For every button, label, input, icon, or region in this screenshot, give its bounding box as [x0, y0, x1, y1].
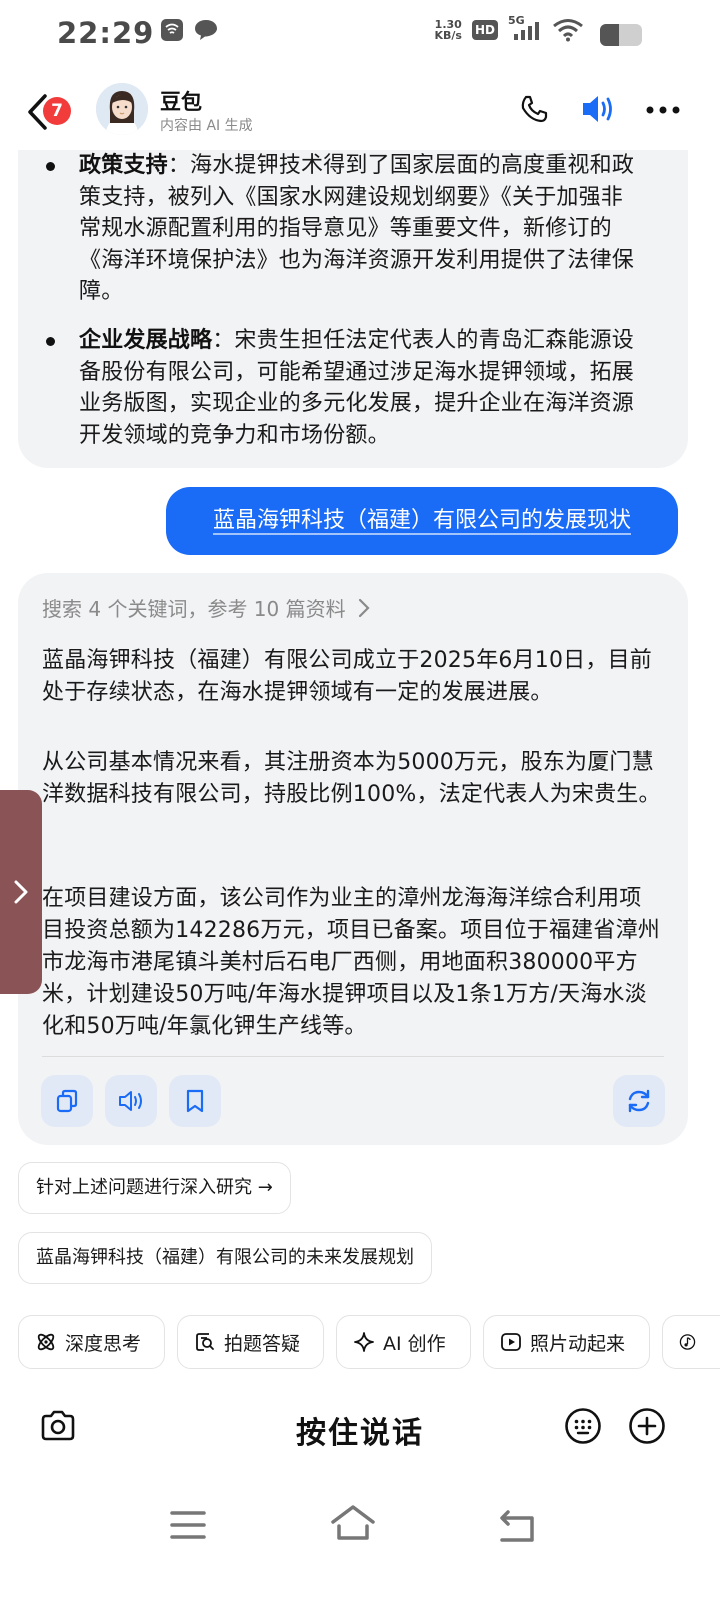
read-aloud-button[interactable] [105, 1075, 157, 1127]
recent-apps-button[interactable] [170, 1510, 206, 1540]
answer-paragraph: 从公司基本情况来看，其注册资本为5000万元，股东为厦门慧洋数据科技有限公司，持… [42, 750, 661, 807]
menu-icon [170, 1511, 206, 1539]
status-time: 22:29 [57, 16, 155, 50]
phone-icon [521, 95, 548, 123]
list-item: 政策支持：海水提钾技术得到了国家层面的高度重视和政策支持，被列入《国家水网建设规… [46, 150, 644, 308]
chevron-right-icon [358, 598, 370, 617]
net-speed-unit: KB/s [434, 29, 462, 42]
more-options-button[interactable] [646, 106, 680, 114]
plus-button[interactable] [628, 1407, 666, 1445]
bullet-title: 政策支持 [79, 153, 168, 178]
home-button[interactable] [330, 1504, 376, 1542]
home-icon [331, 1505, 375, 1540]
previous-answer-bubble: 政策支持：海水提钾技术得到了国家层面的高度重视和政策支持，被列入《国家水网建设规… [18, 150, 688, 468]
notification-app-icon [160, 18, 184, 42]
tool-deep-think[interactable]: 深度思考 [18, 1315, 165, 1369]
hold-to-talk-button[interactable]: 按住说话 [0, 1408, 720, 1452]
tool-label: 深度思考 [65, 1332, 142, 1355]
ai-generated-note: 内容由 AI 生成 [160, 118, 253, 134]
message-icon [194, 18, 218, 42]
signal-icon: 5G [508, 14, 542, 42]
chat-header: 7 豆包 内容由 AI 生成 [0, 80, 720, 146]
answer-paragraph: 在项目建设方面，该公司作为业主的漳州龙海海洋综合利用项目投资总额为142286万… [42, 886, 660, 1039]
user-message-bubble[interactable]: 蓝晶海钾科技（福建）有限公司的发展现状 [166, 487, 678, 555]
deep-think-icon [37, 1333, 55, 1351]
bullet-dot [46, 162, 55, 171]
system-nav-bar [0, 1480, 720, 1600]
side-drawer-handle[interactable] [0, 790, 42, 994]
avatar[interactable] [96, 83, 148, 135]
battery-fill [600, 24, 619, 46]
bookmark-button[interactable] [169, 1075, 221, 1127]
unread-badge: 7 [43, 97, 71, 125]
suggestion-deep-research[interactable]: 针对上述问题进行深入研究 → [18, 1162, 291, 1214]
net-speed: 1.30 KB/s [435, 19, 462, 41]
voice-playback-button[interactable] [580, 92, 620, 126]
hd-badge: HD [471, 20, 498, 40]
tool-animate-photo[interactable]: 照片动起来 [483, 1315, 650, 1369]
tool-ai-create[interactable]: AI 创作 [336, 1315, 471, 1369]
regenerate-icon [628, 1089, 650, 1113]
status-bar: 22:29 1.30 KB/s HD 5G [0, 0, 720, 70]
suggestion-future-plan[interactable]: 蓝晶海钾科技（福建）有限公司的未来发展规划 [18, 1232, 432, 1284]
tool-label: AI 创作 [383, 1332, 446, 1355]
network-type: 5G [508, 14, 525, 27]
read-aloud-icon [119, 1091, 142, 1111]
speaker-icon [583, 96, 612, 122]
music-icon [679, 1334, 696, 1350]
input-bar: 按住说话 [0, 1392, 720, 1464]
tool-label: 拍题答疑 [224, 1332, 301, 1355]
system-back-button[interactable] [498, 1508, 538, 1544]
tool-music[interactable] [662, 1315, 720, 1369]
plus-icon [629, 1408, 665, 1444]
sparkle-icon [354, 1332, 374, 1352]
status-right: 1.30 KB/s HD 5G [435, 14, 585, 42]
battery-icon [600, 24, 642, 46]
more-icon [646, 106, 680, 114]
bullet-dot [46, 337, 55, 346]
wifi-icon [552, 18, 584, 42]
bullet-title: 企业发展战略 [79, 328, 213, 353]
search-summary-text: 搜索 4 个关键词，参考 10 篇资料 [42, 597, 346, 621]
answer-bubble: 搜索 4 个关键词，参考 10 篇资料 蓝晶海钾科技（福建）有限公司成立于202… [18, 573, 688, 1145]
bullet-text: 企业发展战略：宋贵生担任法定代表人的青岛汇森能源设备股份有限公司，可能希望通过涉… [46, 325, 644, 451]
photo-question-icon [196, 1333, 214, 1351]
answer-paragraph: 蓝晶海钾科技（福建）有限公司成立于2025年6月10日，目前处于存续状态，在海水… [42, 648, 652, 705]
bot-name: 豆包 [160, 90, 202, 114]
bullet-text: 政策支持：海水提钾技术得到了国家层面的高度重视和政策支持，被列入《国家水网建设规… [46, 150, 644, 308]
phone-call-button[interactable] [519, 94, 549, 124]
notification-icons [160, 18, 218, 42]
bookmark-icon [186, 1089, 204, 1113]
list-item: 企业发展战略：宋贵生担任法定代表人的青岛汇森能源设备股份有限公司，可能希望通过涉… [46, 325, 644, 451]
search-references-link[interactable]: 搜索 4 个关键词，参考 10 篇资料 [42, 593, 370, 622]
divider [42, 1056, 664, 1057]
copy-icon [56, 1089, 78, 1113]
regenerate-button[interactable] [613, 1075, 665, 1127]
tool-label: 照片动起来 [530, 1332, 626, 1355]
tool-photo-question[interactable]: 拍题答疑 [177, 1315, 324, 1369]
system-back-icon [500, 1510, 534, 1542]
keyboard-icon [565, 1408, 601, 1444]
copy-button[interactable] [41, 1075, 93, 1127]
keyboard-button[interactable] [564, 1407, 602, 1445]
play-icon [501, 1333, 521, 1351]
chevron-right-icon [14, 880, 28, 904]
